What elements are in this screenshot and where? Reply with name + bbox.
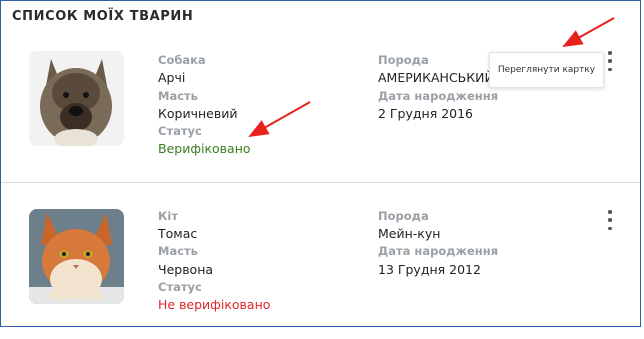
pet-name: Арчі (158, 70, 186, 85)
pet-dob: 2 Грудня 2016 (378, 106, 474, 121)
pet-breed-label: Порода (378, 53, 429, 67)
status-badge-not-verified: Не верифіковано (158, 297, 271, 312)
card-divider (1, 182, 640, 183)
pet-status-label: Статус (158, 124, 202, 138)
more-options-icon[interactable] (604, 51, 616, 71)
pet-color: Червона (158, 262, 214, 277)
view-card-menu-item[interactable]: Переглянути картку (489, 52, 604, 88)
pet-photo-cat[interactable] (29, 209, 124, 304)
pet-breed-label: Порода (378, 209, 429, 223)
pet-dob-label: Дата народження (378, 89, 499, 103)
status-badge-verified: Верифіковано (158, 141, 251, 156)
pet-breed: АМЕРИКАНСЬКИЙ (378, 70, 494, 85)
pet-name: Томас (158, 226, 198, 241)
pet-status-label: Статус (158, 280, 202, 294)
pet-card: Кіт Томас Масть Червона Статус Не верифі… (1, 199, 642, 339)
more-options-icon[interactable] (604, 210, 616, 230)
pet-type-label: Кіт (158, 209, 179, 223)
pet-dob: 13 Грудня 2012 (378, 262, 481, 277)
pet-color-label: Масть (158, 89, 198, 103)
pet-type-label: Собака (158, 53, 206, 67)
pet-color-label: Масть (158, 244, 198, 258)
page-title: СПИСОК МОЇХ ТВАРИН (12, 9, 194, 24)
pets-list-panel: СПИСОК МОЇХ ТВАРИН Собака Арчі Масть Кор… (0, 0, 641, 327)
pet-breed: Мейн-кун (378, 226, 441, 241)
pet-dob-label: Дата народження (378, 244, 499, 258)
pet-photo-dog[interactable] (29, 51, 124, 146)
pet-color: Коричневий (158, 106, 238, 121)
